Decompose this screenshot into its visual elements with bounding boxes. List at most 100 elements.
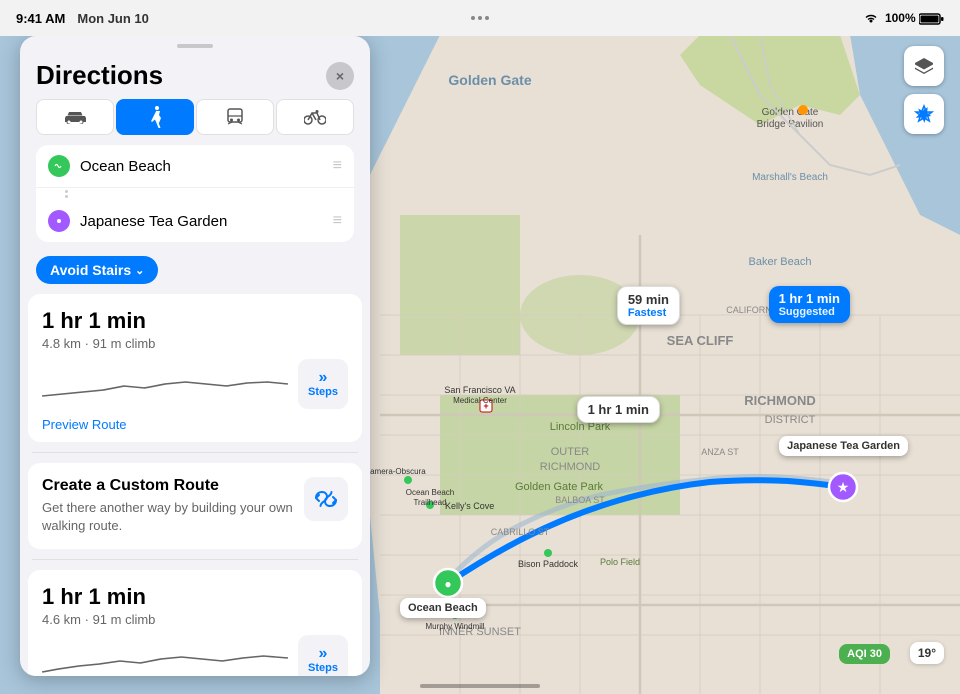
map-buttons: [904, 46, 944, 134]
waypoints-container: Ocean Beach ≡ Japanese Tea Garden ≡: [36, 145, 354, 242]
svg-text:RICHMOND: RICHMOND: [744, 393, 816, 408]
close-button[interactable]: ×: [326, 62, 354, 90]
divider-2: [32, 559, 358, 560]
svg-text:Baker Beach: Baker Beach: [749, 256, 812, 268]
avoid-stairs-label: Avoid Stairs: [50, 262, 131, 278]
avoid-stairs-button[interactable]: Avoid Stairs ⌄: [36, 256, 158, 284]
svg-text:Murphy Windmill: Murphy Windmill: [425, 622, 484, 631]
route1-time: 1 hr 1 min: [42, 308, 348, 334]
wave-icon: [53, 160, 65, 172]
custom-route-desc: Get there another way by building your o…: [42, 499, 294, 535]
status-date: Mon Jun 10: [77, 11, 149, 26]
sidebar-header: Directions ×: [20, 48, 370, 99]
plain-time: 1 hr 1 min: [588, 402, 649, 417]
routes-scroll[interactable]: 1 hr 1 min 4.8 km · 91 m climb » Steps P…: [20, 294, 370, 676]
steps-chevron-2-icon: »: [319, 646, 328, 662]
suggested-label: Suggested: [779, 306, 840, 318]
route-connector: [36, 188, 354, 200]
layers-icon: [913, 55, 935, 77]
plain-route-callout[interactable]: 1 hr 1 min: [577, 396, 660, 423]
route1-details: 4.8 km · 91 m climb: [42, 336, 348, 351]
route1-row: » Steps: [42, 359, 348, 409]
temperature-badge: 19°: [910, 642, 944, 664]
divider-1: [32, 452, 358, 453]
fastest-route-callout[interactable]: 59 min Fastest: [617, 286, 680, 325]
tab-walk[interactable]: [116, 99, 194, 135]
close-icon: ×: [336, 68, 344, 84]
svg-text:●: ●: [444, 577, 451, 591]
custom-route-icon: [313, 488, 339, 510]
waypoint-destination[interactable]: Japanese Tea Garden ≡: [36, 200, 354, 242]
svg-text:Marshall's Beach: Marshall's Beach: [752, 172, 828, 183]
transport-tabs: [20, 99, 370, 145]
battery-level: 100%: [885, 11, 944, 25]
aqi-badge: AQI 30: [839, 644, 890, 664]
tab-car[interactable]: [36, 99, 114, 135]
origin-connector: Ocean Beach: [80, 158, 323, 175]
steps-chevron-icon: »: [319, 370, 328, 386]
custom-route-title: Create a Custom Route: [42, 477, 294, 495]
route1-steps-label: Steps: [308, 386, 338, 398]
tab-bike[interactable]: [276, 99, 354, 135]
fastest-time: 59 min: [628, 292, 669, 307]
transit-icon: [225, 107, 245, 127]
location-button[interactable]: [904, 94, 944, 134]
svg-text:Golden Gate: Golden Gate: [762, 107, 819, 118]
filter-row: Avoid Stairs ⌄: [20, 250, 370, 294]
sidebar-title: Directions: [36, 60, 163, 91]
tab-transit[interactable]: [196, 99, 274, 135]
status-time: 9:41 AM: [16, 11, 65, 26]
origin-icon: [48, 155, 70, 177]
svg-text:CABRILLO ST: CABRILLO ST: [491, 527, 550, 537]
custom-route-button[interactable]: [304, 477, 348, 521]
map-layers-button[interactable]: [904, 46, 944, 86]
status-dots: [471, 16, 489, 20]
walk-icon: [147, 106, 163, 128]
route2-elevation: [42, 644, 288, 676]
waypoint-origin[interactable]: Ocean Beach ≡: [36, 145, 354, 188]
svg-text:Ocean Beach: Ocean Beach: [406, 488, 454, 497]
car-icon: [64, 109, 86, 125]
destination-drag: ≡: [333, 212, 342, 230]
fastest-label: Fastest: [628, 307, 669, 319]
wifi-icon: [863, 12, 879, 24]
destination-pin-icon: [53, 215, 65, 227]
origin-drag: ≡: [333, 157, 342, 175]
suggested-route-callout[interactable]: 1 hr 1 min Suggested: [769, 286, 850, 323]
svg-text:Trailhead: Trailhead: [413, 498, 446, 507]
svg-text:ANZA ST: ANZA ST: [701, 447, 739, 457]
tea-garden-label: Japanese Tea Garden: [779, 436, 908, 456]
bike-icon: [304, 109, 326, 125]
route1-elevation: [42, 368, 288, 400]
origin-name: Ocean Beach: [80, 158, 323, 175]
svg-text:Polo Field: Polo Field: [600, 557, 640, 567]
route1-preview-link[interactable]: Preview Route: [42, 417, 348, 432]
destination-icon: [48, 210, 70, 232]
destination-name: Japanese Tea Garden: [80, 213, 323, 230]
route2-steps-label: Steps: [308, 662, 338, 674]
route2-steps-button[interactable]: » Steps: [298, 635, 348, 676]
svg-text:DISTRICT: DISTRICT: [765, 414, 816, 426]
home-indicator: [420, 684, 540, 688]
svg-text:OUTER: OUTER: [551, 446, 590, 458]
route2-details: 4.6 km · 91 m climb: [42, 612, 348, 627]
svg-text:Medical Center: Medical Center: [453, 396, 507, 405]
route-card-1: 1 hr 1 min 4.8 km · 91 m climb » Steps P…: [28, 294, 362, 442]
svg-text:San Francisco VA: San Francisco VA: [444, 385, 515, 395]
route-card-2: 1 hr 1 min 4.6 km · 91 m climb » Steps P…: [28, 570, 362, 676]
svg-text:RICHMOND: RICHMOND: [540, 461, 601, 473]
custom-route-text: Create a Custom Route Get there another …: [42, 477, 294, 535]
svg-text:SEA CLIFF: SEA CLIFF: [667, 333, 734, 348]
svg-text:Kelly's Cove: Kelly's Cove: [445, 501, 494, 511]
svg-text:Camera-Obscura: Camera-Obscura: [364, 467, 426, 476]
svg-text:Golden Gate Park: Golden Gate Park: [515, 481, 604, 493]
svg-text:BALBOA ST: BALBOA ST: [555, 495, 605, 505]
svg-text:Golden Gate: Golden Gate: [448, 72, 531, 88]
route1-steps-button[interactable]: » Steps: [298, 359, 348, 409]
route2-time: 1 hr 1 min: [42, 584, 348, 610]
svg-text:★: ★: [837, 479, 850, 495]
ocean-beach-label: Ocean Beach: [400, 598, 486, 618]
sidebar-panel: Directions ×: [20, 36, 370, 676]
route2-row: » Steps: [42, 635, 348, 676]
chevron-down-icon: ⌄: [135, 264, 144, 277]
